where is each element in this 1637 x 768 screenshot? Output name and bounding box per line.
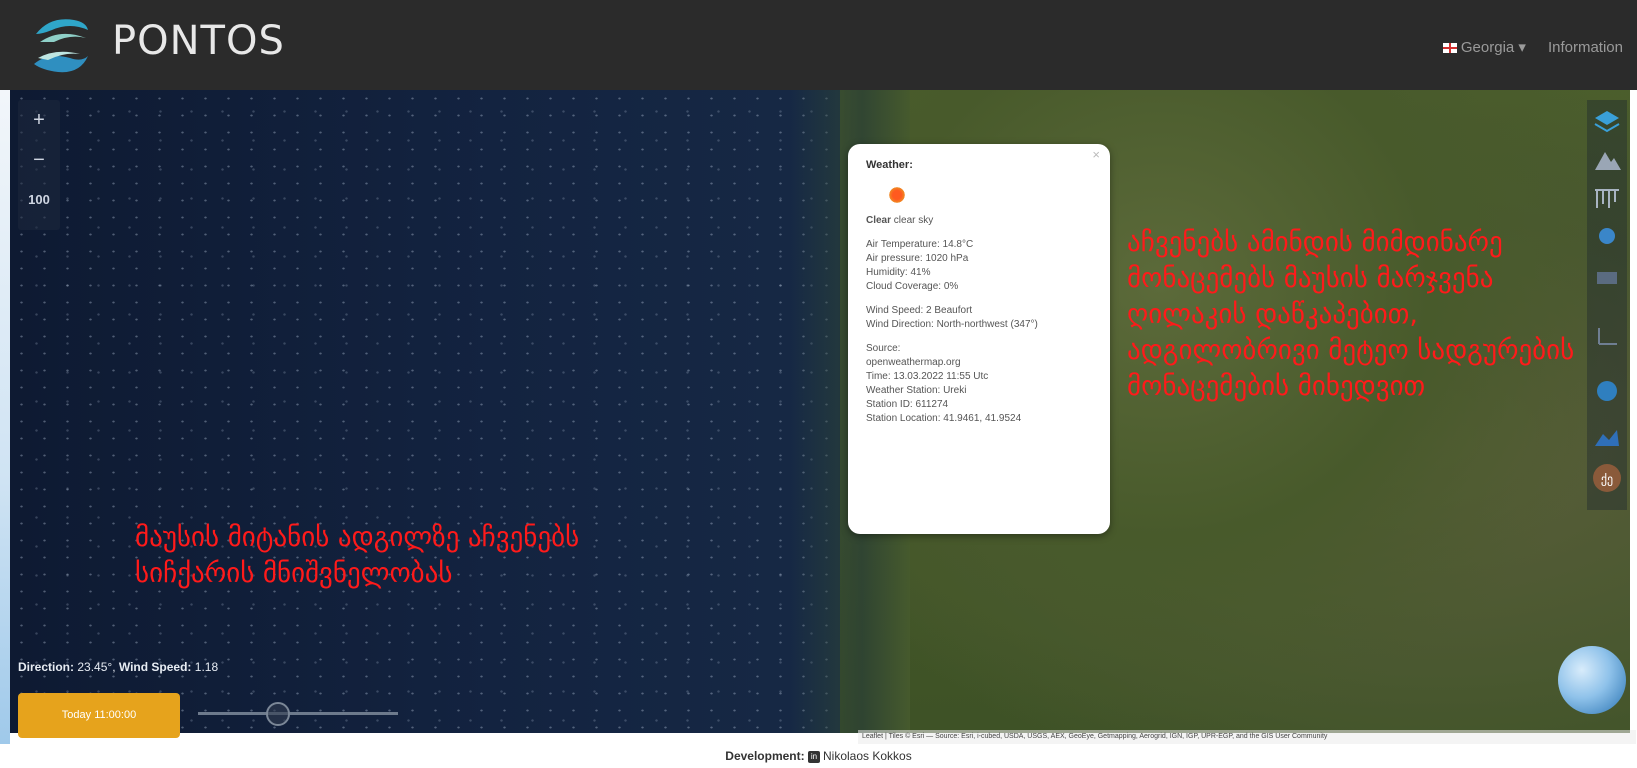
wind-speed: Wind Speed: 2 Beaufort [866, 305, 973, 316]
ocean-layer-icon[interactable] [1591, 220, 1623, 252]
navbar: PONTOS Georgia ▾ Information [0, 0, 1637, 90]
weather-readings: Air Temperature: 14.8°C Air pressure: 10… [866, 238, 1092, 294]
sun-icon [888, 186, 906, 204]
station-name: Weather Station: Ureki [866, 385, 967, 396]
wind-readout: Direction: 23.45°, Wind Speed: 1.18 [18, 660, 218, 674]
layers-icon[interactable] [1591, 106, 1623, 138]
time-slider-handle[interactable] [266, 702, 290, 726]
zoom-in-button[interactable]: + [18, 100, 60, 140]
direction-value: 23.45°, [77, 660, 116, 674]
wind-direction: Wind Direction: North-northwest (347°) [866, 319, 1038, 330]
brand-title[interactable]: PONTOS [112, 18, 285, 64]
current-icon[interactable] [1591, 320, 1623, 352]
map-attribution: Leaflet | Tiles © Esri — Source: Esri, i… [858, 730, 1636, 744]
waves-icon[interactable] [1591, 182, 1623, 214]
svg-text:ქე: ქე [1601, 472, 1613, 486]
cloud-coverage: Cloud Coverage: 0% [866, 281, 959, 292]
georgia-flag-icon [1442, 43, 1457, 54]
globe-layer-icon[interactable] [1591, 375, 1623, 407]
condition-main: Clear [866, 215, 892, 226]
right-toolbar: ქე [1587, 100, 1627, 510]
map-canvas[interactable] [10, 90, 1630, 733]
zoom-level: 100 [28, 192, 50, 207]
close-icon[interactable]: × [1092, 148, 1100, 162]
observation-time: Time: 13.03.2022 11:55 Utc [866, 371, 989, 382]
station-id: Station ID: 611274 [866, 399, 949, 410]
air-pressure: Air pressure: 1020 hPa [866, 253, 969, 264]
direction-label: Direction: [18, 660, 75, 674]
air-temperature: Air Temperature: 14.8°C [866, 239, 974, 250]
time-slider-track[interactable] [198, 712, 398, 715]
humidity: Humidity: 41% [866, 267, 931, 278]
georgian-language-icon[interactable]: ქე [1591, 462, 1623, 494]
source-label: Source: [866, 343, 901, 354]
footer-label: Development: [725, 749, 805, 763]
wind-speed-label: Wind Speed: [118, 660, 192, 674]
source-info: Source: openweathermap.org Time: 13.03.2… [866, 342, 1092, 426]
condition-desc: clear sky [893, 215, 934, 226]
annotation-right: აჩვენებს ამინდის მიმდინარე მონაცემებს მა… [1127, 227, 1575, 402]
footer: Development: in Nikolaos Kokkos [0, 744, 1637, 768]
left-edge-decoration [0, 90, 10, 744]
weather-condition: Clear clear sky [866, 214, 1092, 228]
zoom-out-button[interactable]: − [18, 140, 60, 180]
linkedin-icon[interactable]: in [807, 750, 820, 763]
country-dropdown[interactable]: Georgia ▾ [1442, 38, 1526, 56]
wind-speed-value: 1.18 [194, 660, 219, 674]
country-label: Georgia [1460, 39, 1515, 56]
mountain-icon[interactable] [1591, 144, 1623, 176]
source-value[interactable]: openweathermap.org [866, 357, 961, 368]
pontos-logo-icon[interactable] [30, 12, 92, 82]
wind-readings: Wind Speed: 2 Beaufort Wind Direction: N… [866, 304, 1092, 332]
nav-right: Georgia ▾ Information [1442, 38, 1623, 56]
annotation-left: მაუსის მიტანის ადგილზე აჩვენებს სიჩქარის… [135, 522, 580, 589]
zoom-control: + − 100 [18, 100, 60, 230]
time-button[interactable]: Today 11:00:00 [18, 693, 180, 738]
chart-icon[interactable] [1591, 260, 1623, 292]
area-icon[interactable] [1591, 420, 1623, 452]
weather-popup: × Weather: Clear clear sky Air Temperatu… [848, 144, 1110, 534]
information-link[interactable]: Information [1548, 39, 1623, 56]
popup-title: Weather: [866, 159, 913, 171]
caret-down-icon: ▾ [1518, 39, 1526, 56]
station-location: Station Location: 41.9461, 41.9524 [866, 413, 1022, 424]
minimap-globe-icon[interactable] [1558, 646, 1626, 714]
developer-name[interactable]: Nikolaos Kokkos [823, 749, 912, 763]
